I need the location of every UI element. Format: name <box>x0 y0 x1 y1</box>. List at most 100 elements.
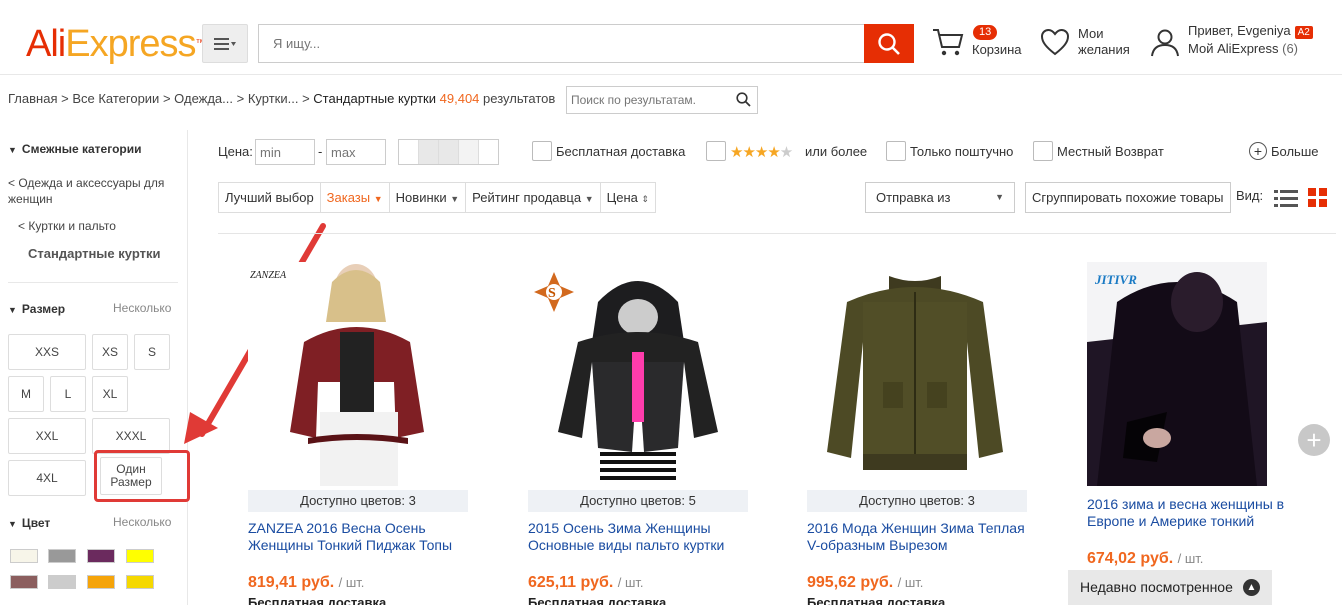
sort-orders[interactable]: Заказы ▼ <box>321 183 390 212</box>
size-option[interactable]: S <box>134 334 170 370</box>
colors-available: Доступно цветов: 5 <box>528 490 748 512</box>
local-return-checkbox[interactable] <box>1033 141 1053 161</box>
product-price: 995,62 руб. / шт. <box>807 574 924 591</box>
price-histogram[interactable] <box>398 139 499 165</box>
messages-count: (6) <box>1282 41 1299 56</box>
rating-label[interactable]: или более <box>805 144 867 159</box>
price-max-input[interactable] <box>326 139 386 165</box>
chevron-up-icon: ▲ <box>1243 579 1260 596</box>
svg-text:S: S <box>548 286 556 301</box>
sort-bar: Лучший выбор Заказы ▼ Новинки ▼ Рейтинг … <box>218 182 657 213</box>
sort-best-match[interactable]: Лучший выбор <box>219 183 321 212</box>
highlight-box <box>94 450 190 502</box>
size-option[interactable]: XL <box>92 376 128 412</box>
star-rating-icon: ★★★★★ <box>730 144 793 161</box>
color-swatch[interactable] <box>10 575 38 589</box>
color-multiple-toggle[interactable]: Несколько <box>113 515 171 529</box>
divider <box>218 233 1336 234</box>
color-filter-heading[interactable]: Цвет <box>8 516 50 530</box>
size-option[interactable]: XXL <box>8 418 86 454</box>
breadcrumb-item[interactable]: Одежда... <box>174 91 233 106</box>
filters-sidebar: Смежные категории < Одежда и аксессуары … <box>0 130 190 605</box>
size-option[interactable]: 4XL <box>8 460 86 496</box>
product-image[interactable]: ZANZEA <box>248 262 468 486</box>
single-item-label[interactable]: Только поштучно <box>910 144 1013 159</box>
product-image[interactable]: JITIVR <box>1087 262 1267 486</box>
free-shipping-checkbox[interactable] <box>532 141 552 161</box>
single-item-checkbox[interactable] <box>886 141 906 161</box>
color-swatch[interactable] <box>10 549 38 563</box>
search-input[interactable] <box>258 24 864 63</box>
color-swatch[interactable] <box>48 575 76 589</box>
more-filters-button[interactable]: + Больше <box>1249 142 1319 160</box>
size-filter-heading[interactable]: Размер <box>8 302 65 316</box>
current-category: Стандартные куртки <box>28 246 161 261</box>
shipping-info: Бесплатная доставка <box>248 595 387 605</box>
wishlist-label-line2: желания <box>1078 42 1130 57</box>
sort-newest[interactable]: Новинки ▼ <box>390 183 467 212</box>
hamburger-icon <box>214 37 236 50</box>
category-menu-button[interactable] <box>202 24 248 63</box>
category-link-jackets[interactable]: < Куртки и пальто <box>18 218 188 234</box>
ship-from-dropdown[interactable]: Отправка из ▼ <box>865 182 1015 213</box>
colors-available: Доступно цветов: 3 <box>248 490 468 512</box>
caret-down-icon: ▼ <box>373 194 383 204</box>
color-swatch[interactable] <box>87 549 115 563</box>
size-option[interactable]: XXS <box>8 334 86 370</box>
grid-view-icon[interactable] <box>1308 188 1328 208</box>
wishlist-label-line1: Мои <box>1078 26 1104 41</box>
breadcrumb-current: Стандартные куртки <box>313 91 437 106</box>
color-swatch[interactable] <box>87 575 115 589</box>
product-image[interactable] <box>807 262 1027 486</box>
rating-checkbox[interactable] <box>706 141 726 161</box>
search-icon[interactable] <box>736 92 751 107</box>
sort-seller-rating[interactable]: Рейтинг продавца ▼ <box>466 183 601 212</box>
divider <box>8 282 178 283</box>
local-return-label[interactable]: Местный Возврат <box>1057 144 1164 159</box>
related-categories-heading[interactable]: Смежные категории <box>8 142 142 156</box>
breadcrumb-item[interactable]: Главная <box>8 91 57 106</box>
wishlist-link[interactable]: Мои желания <box>1040 26 1130 58</box>
cart-link[interactable]: 13 Корзина <box>932 25 1022 58</box>
cart-count-badge: 13 <box>973 25 998 40</box>
user-icon <box>1151 29 1179 56</box>
size-option[interactable]: XS <box>92 334 128 370</box>
breadcrumb-item[interactable]: Все Категории <box>72 91 159 106</box>
caret-down-icon: ▼ <box>450 194 460 204</box>
color-swatch[interactable] <box>126 575 154 589</box>
heart-icon <box>1040 28 1070 56</box>
add-plus-icon[interactable]: + <box>1298 424 1330 456</box>
size-option[interactable]: L <box>50 376 86 412</box>
price-min-input[interactable] <box>255 139 315 165</box>
product-title[interactable]: 2016 зима и весна женщины в Европе и Аме… <box>1087 496 1307 530</box>
size-option[interactable]: XXXL <box>92 418 170 454</box>
plus-icon: + <box>1249 142 1267 160</box>
site-header: AliExpress™ 13 Корзина Мои желания Приве… <box>0 0 1342 75</box>
size-option[interactable]: M <box>8 376 44 412</box>
category-link-clothing[interactable]: < Одежда и аксессуары для женщин <box>8 175 178 207</box>
results-word: результатов <box>483 91 556 106</box>
product-image[interactable]: S <box>528 262 748 486</box>
caret-down-icon: ▼ <box>584 194 594 204</box>
aliexpress-logo[interactable]: AliExpress™ <box>26 22 206 66</box>
product-price: 674,02 руб. / шт. <box>1087 550 1204 567</box>
product-title[interactable]: 2015 Осень Зима Женщины Основные виды па… <box>528 520 748 554</box>
group-similar-button[interactable]: Сгруппировать похожие товары <box>1025 182 1231 213</box>
brand-logo: JITIVR <box>1094 272 1137 287</box>
recently-viewed-bar[interactable]: Недавно посмотренное ▲ <box>1068 570 1272 605</box>
sort-price[interactable]: Цена ⇕ <box>601 183 655 212</box>
product-price: 819,41 руб. / шт. <box>248 574 365 591</box>
search-button[interactable] <box>864 24 914 63</box>
product-title[interactable]: ZANZEA 2016 Весна Осень Женщины Тонкий П… <box>248 520 468 554</box>
free-shipping-label[interactable]: Бесплатная доставка <box>556 144 685 159</box>
list-view-icon[interactable] <box>1274 188 1298 208</box>
product-title[interactable]: 2016 Мода Женщин Зима Теплая V-образным … <box>807 520 1027 554</box>
size-multiple-toggle[interactable]: Несколько <box>113 301 171 315</box>
product-price: 625,11 руб. / шт. <box>528 574 644 591</box>
color-swatch[interactable] <box>126 549 154 563</box>
search-within-results-input[interactable] <box>566 86 758 114</box>
view-label: Вид: <box>1236 188 1264 203</box>
account-link[interactable]: Привет, Evgeniya A2 Мой AliExpress (6) <box>1150 23 1313 57</box>
breadcrumb-item[interactable]: Куртки... <box>248 91 299 106</box>
color-swatch[interactable] <box>48 549 76 563</box>
